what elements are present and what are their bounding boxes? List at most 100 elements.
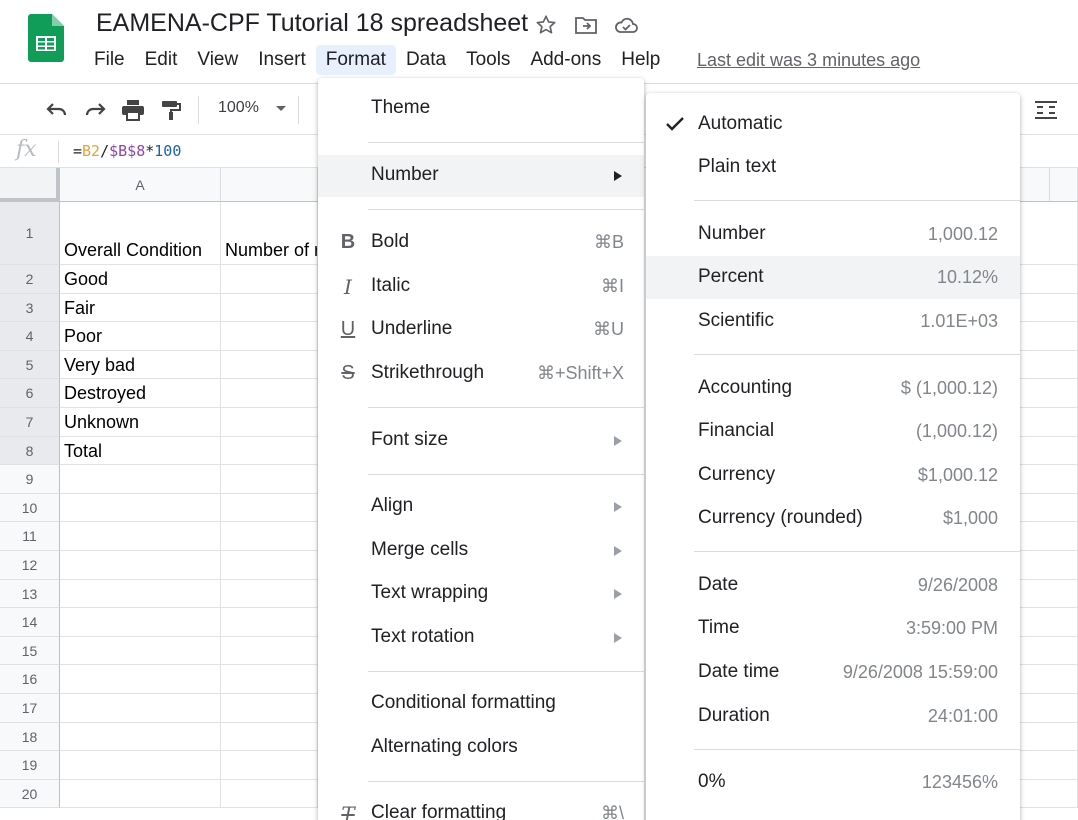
number-format-automatic[interactable]: Automatic (646, 103, 1020, 146)
menu-add-ons[interactable]: Add-ons (520, 45, 611, 75)
cell-a[interactable]: Poor (60, 322, 221, 351)
number-format-time[interactable]: Time 3:59:00 PM (646, 607, 1020, 650)
menu-item-merge-cells[interactable]: Merge cells (318, 530, 644, 572)
menu-item-align[interactable]: Align (318, 486, 644, 528)
number-format-financial[interactable]: Financial (1,000.12) (646, 410, 1020, 453)
undo-icon[interactable] (44, 98, 70, 122)
cell-b[interactable] (221, 350, 318, 380)
row-header[interactable]: 14 (0, 608, 60, 637)
cell-right[interactable] (1020, 202, 1078, 265)
cell-a[interactable] (60, 636, 221, 666)
cell-a[interactable]: Very bad (60, 350, 221, 380)
redo-icon[interactable] (82, 98, 108, 122)
menu-file[interactable]: File (84, 45, 135, 75)
zoom-caret-icon[interactable] (276, 106, 286, 111)
cell-right[interactable] (1020, 551, 1078, 580)
menu-view[interactable]: View (187, 45, 248, 75)
cell-a[interactable] (60, 579, 221, 609)
row-header[interactable]: 2 (0, 265, 60, 294)
cell-b[interactable] (221, 751, 318, 780)
number-format-accounting[interactable]: Accounting $ (1,000.12) (646, 367, 1020, 410)
row-header[interactable]: 1 (0, 202, 60, 265)
menu-item-alternating-colors[interactable]: Alternating colors (318, 727, 644, 769)
menu-item-bold[interactable]: B Bold ⌘B (318, 222, 644, 264)
number-format-scientific[interactable]: Scientific 1.01E+03 (646, 300, 1020, 343)
cell-right[interactable] (1020, 408, 1078, 437)
last-edit-link[interactable]: Last edit was 3 minutes ago (697, 50, 920, 71)
row-header[interactable]: 15 (0, 636, 60, 666)
cell-a[interactable] (60, 665, 221, 694)
cell-a[interactable]: Overall Condition (60, 202, 221, 265)
menu-item-italic[interactable]: I Italic ⌘I (318, 266, 644, 308)
cell-b[interactable] (221, 408, 318, 437)
cell-right[interactable] (1020, 636, 1078, 666)
row-header[interactable]: 11 (0, 522, 60, 551)
cell-a[interactable] (60, 608, 221, 637)
cell-b[interactable] (221, 293, 318, 323)
cell-a[interactable]: Destroyed (60, 379, 221, 408)
row-header[interactable]: 9 (0, 465, 60, 494)
cell-b[interactable] (221, 665, 318, 694)
column-header-partial[interactable] (1020, 168, 1050, 202)
menu-item-text-rotation[interactable]: Text rotation (318, 617, 644, 659)
menu-insert[interactable]: Insert (248, 45, 316, 75)
row-header[interactable]: 13 (0, 579, 60, 609)
cell-a[interactable] (60, 465, 221, 494)
number-format-currency[interactable]: Currency $1,000.12 (646, 454, 1020, 497)
row-header[interactable]: 19 (0, 751, 60, 780)
cell-right[interactable] (1020, 350, 1078, 380)
menu-format[interactable]: Format (315, 45, 396, 75)
row-header[interactable]: 8 (0, 436, 60, 466)
cell-b[interactable] (221, 379, 318, 408)
cell-b[interactable] (221, 551, 318, 580)
cell-right[interactable] (1020, 293, 1078, 323)
cell-b[interactable] (221, 265, 318, 294)
zoom-select[interactable]: 100% (218, 99, 259, 117)
number-format-number[interactable]: Number 1,000.12 (646, 213, 1020, 256)
number-format-date[interactable]: Date 9/26/2008 (646, 564, 1020, 607)
select-all-corner[interactable] (0, 168, 60, 202)
cell-a[interactable] (60, 751, 221, 780)
row-header[interactable]: 17 (0, 694, 60, 723)
row-header[interactable]: 6 (0, 379, 60, 408)
paint-format-icon[interactable] (158, 98, 184, 122)
cell-b[interactable] (221, 579, 318, 609)
number-format-zero-percent[interactable]: 0% 123456% (646, 761, 1020, 804)
menu-item-number[interactable]: Number (318, 155, 644, 197)
cell-b[interactable] (221, 694, 318, 723)
cell-a[interactable] (60, 493, 221, 523)
cell-right[interactable] (1020, 665, 1078, 694)
number-format-date-time[interactable]: Date time 9/26/2008 15:59:00 (646, 651, 1020, 694)
cell-right[interactable] (1020, 722, 1078, 752)
cell-right[interactable] (1020, 436, 1078, 466)
row-header[interactable]: 20 (0, 779, 60, 809)
number-format-duration[interactable]: Duration 24:01:00 (646, 695, 1020, 738)
cell-a[interactable] (60, 522, 221, 551)
menu-item-strikethrough[interactable]: S Strikethrough ⌘+Shift+X (318, 353, 644, 395)
row-header[interactable]: 5 (0, 350, 60, 380)
row-header[interactable]: 4 (0, 322, 60, 351)
cell-a[interactable]: Fair (60, 293, 221, 323)
menu-item-underline[interactable]: U Underline ⌘U (318, 309, 644, 351)
column-header-a[interactable]: A (60, 168, 221, 202)
menu-tools[interactable]: Tools (456, 45, 520, 75)
cell-a[interactable] (60, 722, 221, 752)
cell-right[interactable] (1020, 608, 1078, 637)
menu-item-conditional-formatting[interactable]: Conditional formatting (318, 683, 644, 725)
cell-right[interactable] (1020, 579, 1078, 609)
cell-right[interactable] (1020, 694, 1078, 723)
cell-a[interactable]: Good (60, 265, 221, 294)
document-title[interactable]: EAMENA-CPF Tutorial 18 spreadsheet (96, 9, 528, 38)
number-format-plain-text[interactable]: Plain text (646, 146, 1020, 189)
cloud-status-icon[interactable] (613, 12, 639, 38)
cell-right[interactable] (1020, 779, 1078, 809)
menu-item-text-wrapping[interactable]: Text wrapping (318, 573, 644, 615)
cell-b[interactable] (221, 322, 318, 351)
formula-input[interactable]: =B2/$B$8*100 (73, 142, 181, 160)
cell-b[interactable] (221, 465, 318, 494)
row-header[interactable]: 10 (0, 493, 60, 523)
more-toolbar-icon[interactable] (1034, 98, 1060, 122)
cell-a[interactable]: Unknown (60, 408, 221, 437)
cell-b[interactable] (221, 436, 318, 466)
menu-edit[interactable]: Edit (135, 45, 188, 75)
